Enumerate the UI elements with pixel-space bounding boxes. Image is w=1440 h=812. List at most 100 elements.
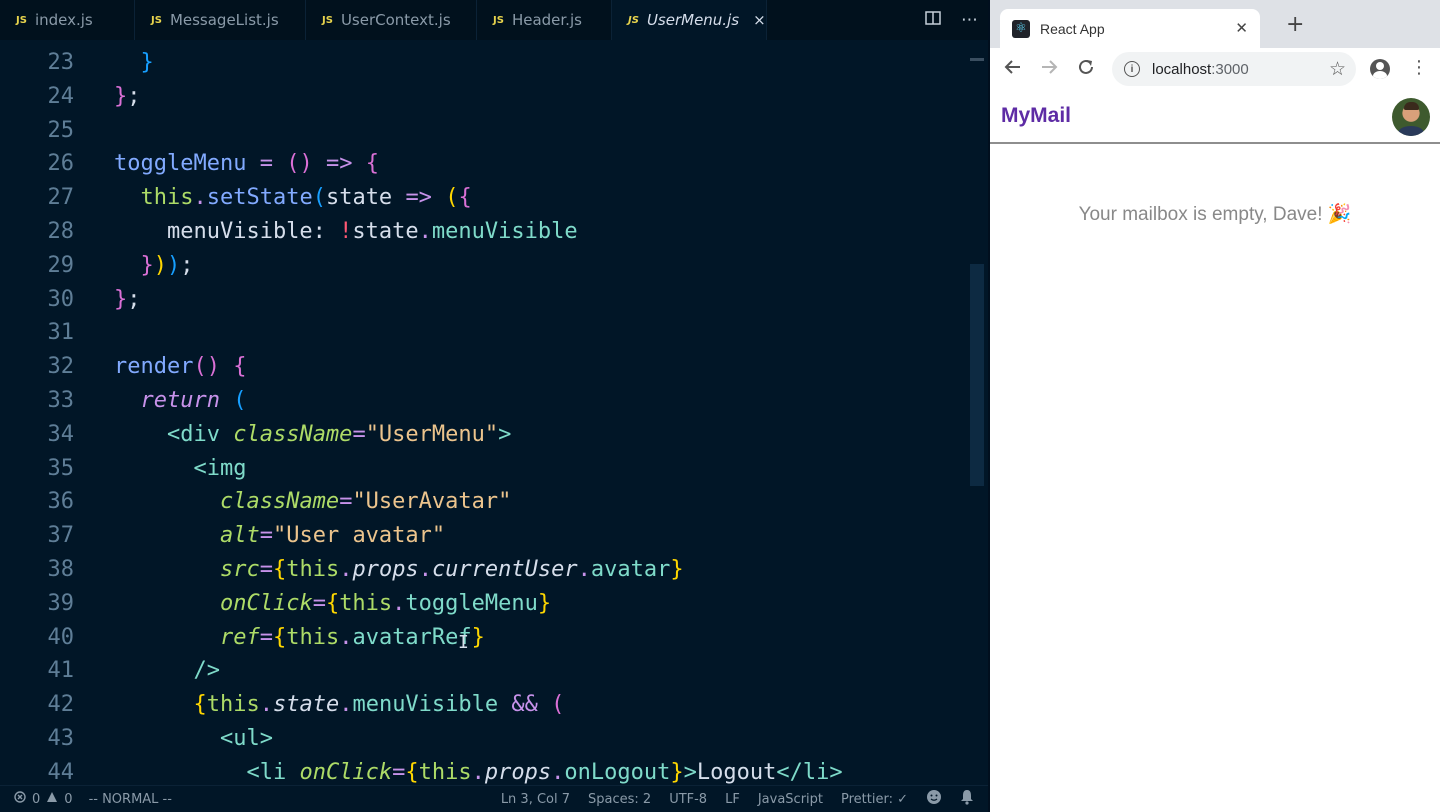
code-line: 29 })); [0, 249, 968, 283]
line-number: 27 [47, 185, 75, 211]
line-number: 25 [47, 117, 75, 143]
editor-scrollbar[interactable] [970, 264, 984, 486]
more-actions-icon[interactable]: ⋯ [961, 10, 978, 30]
browser-tab[interactable]: ⚛ React App ✕ [1000, 9, 1260, 48]
app-header: MyMail [990, 90, 1440, 144]
code-line: 33 return ( [0, 384, 968, 418]
site-info-icon[interactable]: i [1124, 61, 1140, 77]
line-number: 35 [47, 455, 75, 481]
encoding[interactable]: UTF-8 [669, 792, 707, 807]
split-editor-icon[interactable] [925, 10, 941, 30]
scrollbar-marker [970, 58, 984, 61]
profile-icon[interactable] [1370, 59, 1390, 79]
code-line: 41 /> [0, 654, 968, 688]
js-file-icon: JS [322, 14, 333, 26]
tab-header-js[interactable]: JS Header.js [477, 0, 612, 40]
line-number: 32 [47, 354, 75, 380]
react-favicon-icon: ⚛ [1012, 19, 1030, 38]
code-editor[interactable]: JS index.js JS MessageList.js JS UserCon… [0, 0, 988, 812]
browser-menu-icon[interactable]: ⋮ [1410, 57, 1428, 79]
error-icon[interactable] [14, 791, 26, 807]
browser-tab-strip: ⚛ React App ✕ + [990, 0, 1440, 48]
code-line: 26 toggleMenu = () => { [0, 147, 968, 181]
line-number: 24 [47, 83, 75, 109]
vim-mode: -- NORMAL -- [88, 791, 172, 807]
line-number: 28 [47, 218, 75, 244]
text-cursor-icon: I [458, 632, 469, 653]
code-line: 37 alt="User avatar" [0, 519, 968, 553]
app-title: MyMail [1001, 104, 1072, 127]
code-line: 34 <div className="UserMenu"> [0, 418, 968, 452]
line-number: 26 [47, 151, 75, 177]
bookmark-star-icon[interactable]: ☆ [1329, 58, 1346, 80]
code-line: 28 menuVisible: !state.menuVisible [0, 215, 968, 249]
line-number: 40 [47, 624, 75, 650]
code-line: 40 ref={this.avatarRef} [0, 621, 968, 655]
forward-icon[interactable] [1040, 58, 1058, 82]
code-line: 44 <li onClick={this.props.onLogout}>Log… [0, 756, 968, 784]
editor-tab-bar: JS index.js JS MessageList.js JS UserCon… [0, 0, 988, 40]
url-port: :3000 [1211, 60, 1249, 78]
line-number: 43 [47, 725, 75, 751]
line-number: 33 [47, 387, 75, 413]
browser-tab-title: React App [1040, 20, 1105, 37]
code-line: 23 } [0, 46, 968, 80]
warning-icon[interactable] [46, 791, 58, 807]
empty-mailbox-message: Your mailbox is empty, Dave! 🎉 [1078, 204, 1352, 225]
close-icon[interactable]: × [753, 11, 766, 29]
code-line: 24}; [0, 80, 968, 114]
url-text[interactable]: localhost:3000 [1152, 61, 1249, 78]
cursor-position[interactable]: Ln 3, Col 7 [501, 792, 570, 807]
line-number: 44 [47, 759, 75, 784]
tab-label: Header.js [511, 11, 582, 29]
indentation[interactable]: Spaces: 2 [588, 792, 651, 807]
code-line: 30}; [0, 283, 968, 317]
code-line: 35 <img [0, 452, 968, 486]
browser-window: ⚛ React App ✕ + i localhost:3000 ☆ ⋮ MyM… [990, 0, 1440, 812]
user-avatar[interactable] [1392, 98, 1430, 136]
tab-messagelist-js[interactable]: JS MessageList.js [135, 0, 306, 40]
prettier-status[interactable]: Prettier: ✓ [841, 792, 908, 807]
tab-index-js[interactable]: JS index.js [0, 0, 135, 40]
back-icon[interactable] [1004, 58, 1022, 82]
new-tab-icon[interactable]: + [1286, 14, 1304, 36]
browser-toolbar: i localhost:3000 ☆ ⋮ [990, 48, 1440, 90]
language-mode[interactable]: JavaScript [758, 792, 823, 807]
code-line: 36 className="UserAvatar" [0, 485, 968, 519]
line-number: 37 [47, 523, 75, 549]
code-line: 27 this.setState(state => ({ [0, 181, 968, 215]
line-number: 30 [47, 286, 75, 312]
line-number: 42 [47, 692, 75, 718]
js-file-icon: JS [151, 14, 162, 26]
error-count[interactable]: 0 [32, 792, 40, 807]
editor-actions: ⋯ [925, 0, 978, 40]
line-number: 29 [47, 252, 75, 278]
line-number: 41 [47, 658, 75, 684]
line-number: 39 [47, 590, 75, 616]
line-number: 38 [47, 556, 75, 582]
code-line: 43 <ul> [0, 722, 968, 756]
code-line: 25 [0, 114, 968, 148]
code-line: 32 render() { [0, 350, 968, 384]
reload-icon[interactable] [1077, 58, 1095, 82]
line-number: 31 [47, 320, 75, 346]
code-line: 31 [0, 316, 968, 350]
url-host: localhost [1152, 60, 1212, 78]
line-number: 36 [47, 489, 75, 515]
notifications-bell-icon[interactable] [960, 789, 974, 809]
line-number: 23 [47, 50, 75, 75]
warning-count[interactable]: 0 [64, 792, 72, 807]
tab-usercontext-js[interactable]: JS UserContext.js [306, 0, 477, 40]
js-file-icon: JS [628, 14, 639, 26]
address-bar[interactable]: i localhost:3000 ☆ [1112, 52, 1356, 86]
code-line: 39 onClick={this.toggleMenu} [0, 587, 968, 621]
feedback-smiley-icon[interactable] [926, 789, 942, 809]
line-number: 34 [47, 421, 75, 447]
close-tab-icon[interactable]: ✕ [1235, 19, 1248, 37]
code-area[interactable]: 23 } 24}; 25 26 toggleMenu = () => { 27 t… [0, 46, 968, 784]
tab-label: index.js [34, 11, 93, 29]
end-of-line[interactable]: LF [725, 792, 740, 807]
tab-usermenu-js[interactable]: JS UserMenu.js × [612, 0, 767, 40]
tab-label: MessageList.js [169, 11, 279, 29]
code-line: 38 src={this.props.currentUser.avatar} [0, 553, 968, 587]
